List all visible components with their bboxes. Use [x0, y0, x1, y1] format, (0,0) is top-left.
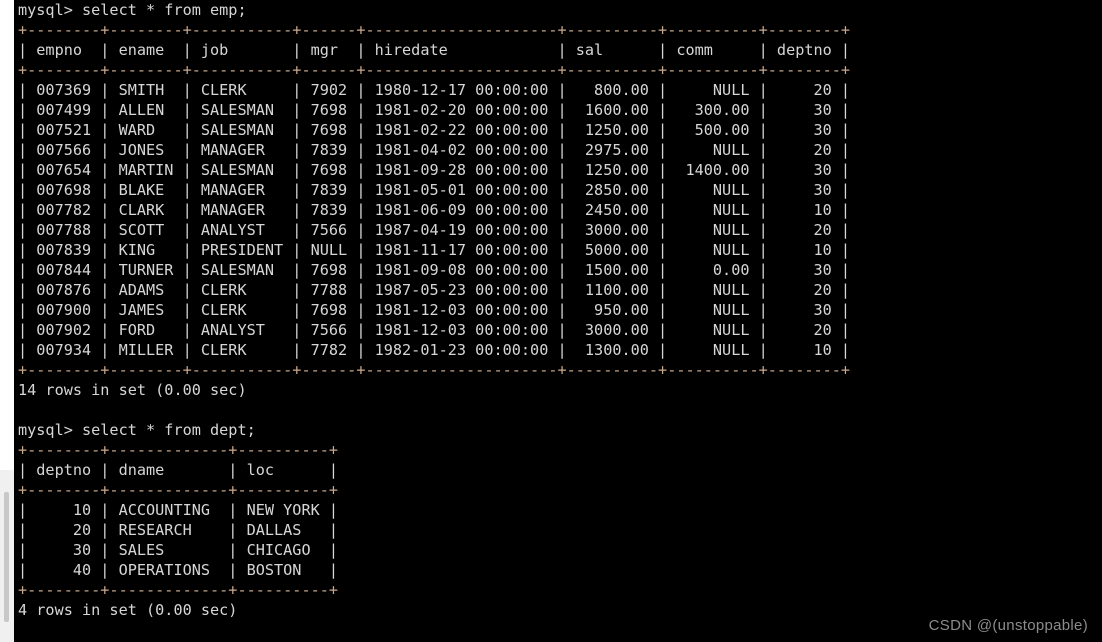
- emp-table-bottom-rule: +--------+--------+-----------+------+--…: [18, 361, 851, 379]
- emp-table-data-row: | 007839 | KING | PRESIDENT | NULL | 198…: [18, 241, 851, 259]
- emp-table-data-row: | 007369 | SMITH | CLERK | 7902 | 1980-1…: [18, 81, 851, 99]
- dept-table-data-row: | 30 | SALES | CHICAGO |: [18, 541, 339, 559]
- emp-table-data-row: | 007844 | TURNER | SALESMAN | 7698 | 19…: [18, 261, 851, 279]
- emp-table-data-row: | 007566 | JONES | MANAGER | 7839 | 1981…: [18, 141, 851, 159]
- emp-table-header-row: | empno | ename | job | mgr | hiredate |…: [18, 41, 851, 59]
- dept-table-data-row: | 20 | RESEARCH | DALLAS |: [18, 521, 339, 539]
- emp-table-data-row: | 007521 | WARD | SALESMAN | 7698 | 1981…: [18, 121, 851, 139]
- dept-table-top-rule: +--------+-------------+----------+: [18, 441, 339, 459]
- emp-table-data-row: | 007788 | SCOTT | ANALYST | 7566 | 1987…: [18, 221, 851, 239]
- emp-table-data-row: | 007782 | CLARK | MANAGER | 7839 | 1981…: [18, 201, 851, 219]
- dept-table-header-rule: +--------+-------------+----------+: [18, 481, 339, 499]
- emp-table-data-row: | 007876 | ADAMS | CLERK | 7788 | 1987-0…: [18, 281, 851, 299]
- emp-table-data-row: | 007499 | ALLEN | SALESMAN | 7698 | 198…: [18, 101, 851, 119]
- editor-gutter-white: [0, 0, 14, 470]
- dept-table-data-row: | 40 | OPERATIONS | BOSTON |: [18, 561, 339, 579]
- emp-table-header-rule: +--------+--------+-----------+------+--…: [18, 61, 851, 79]
- emp-table-data-row: | 007902 | FORD | ANALYST | 7566 | 1981-…: [18, 321, 851, 339]
- emp-table-data-row: | 007654 | MARTIN | SALESMAN | 7698 | 19…: [18, 161, 851, 179]
- prompt-line-emp: mysql> select * from emp;: [18, 1, 247, 19]
- emp-table-top-rule: +--------+--------+-----------+------+--…: [18, 21, 851, 39]
- dept-table-header-row: | deptno | dname | loc |: [18, 461, 339, 479]
- emp-table-data-row: | 007698 | BLAKE | MANAGER | 7839 | 1981…: [18, 181, 851, 199]
- dept-table-bottom-rule: +--------+-------------+----------+: [18, 581, 339, 599]
- dept-table-data-row: | 10 | ACCOUNTING | NEW YORK |: [18, 501, 339, 519]
- left-chrome-gutter: [0, 0, 14, 642]
- vertical-scrollbar[interactable]: [4, 492, 9, 622]
- emp-table-data-row: | 007934 | MILLER | CLERK | 7782 | 1982-…: [18, 341, 851, 359]
- terminal-output[interactable]: mysql> select * from emp; +--------+-----…: [14, 0, 1102, 642]
- status-line-emp: 14 rows in set (0.00 sec): [18, 381, 247, 399]
- emp-table-data-row: | 007900 | JAMES | CLERK | 7698 | 1981-1…: [18, 301, 851, 319]
- prompt-line-dept: mysql> select * from dept;: [18, 421, 256, 439]
- watermark-label: CSDN @(unstoppable): [928, 617, 1088, 634]
